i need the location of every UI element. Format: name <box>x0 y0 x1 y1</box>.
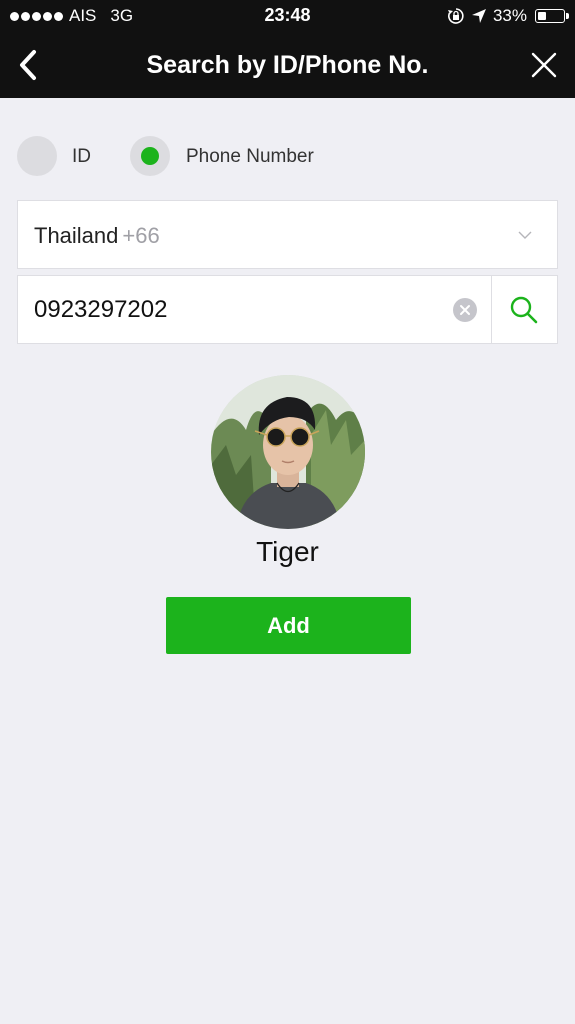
country-selector[interactable]: Thailand +66 <box>17 200 558 269</box>
radio-phone-number-label[interactable]: Phone Number <box>186 146 314 168</box>
add-friend-button[interactable]: Add <box>166 597 411 654</box>
close-icon[interactable] <box>529 50 559 80</box>
location-arrow-icon <box>471 9 486 23</box>
avatar[interactable] <box>211 375 365 529</box>
phone-number-input[interactable] <box>34 294 444 326</box>
nav-bar: Search by ID/Phone No. <box>0 32 575 98</box>
search-icon[interactable] <box>508 294 540 326</box>
radio-id-label[interactable]: ID <box>72 146 91 168</box>
battery-percent: 33% <box>492 6 527 25</box>
status-right: 33% <box>447 6 569 26</box>
country-name: Thailand <box>34 223 119 248</box>
status-bar: AIS 3G 23:48 33% <box>0 0 575 32</box>
search-type-selector: ID Phone Number <box>17 136 557 178</box>
radio-phone-number[interactable] <box>130 136 170 176</box>
clear-input-icon[interactable] <box>453 298 477 322</box>
user-name: Tiger <box>256 536 319 567</box>
chevron-down-icon[interactable] <box>517 227 533 243</box>
radio-id[interactable] <box>17 136 57 176</box>
country-code: +66 <box>122 223 160 248</box>
battery-icon <box>535 9 569 23</box>
divider <box>491 276 492 343</box>
phone-number-field <box>17 275 558 344</box>
battery-fill <box>538 12 546 20</box>
country-text: Thailand +66 <box>34 223 160 249</box>
page-title: Search by ID/Phone No. <box>146 51 429 79</box>
rotation-lock-icon <box>447 8 464 24</box>
